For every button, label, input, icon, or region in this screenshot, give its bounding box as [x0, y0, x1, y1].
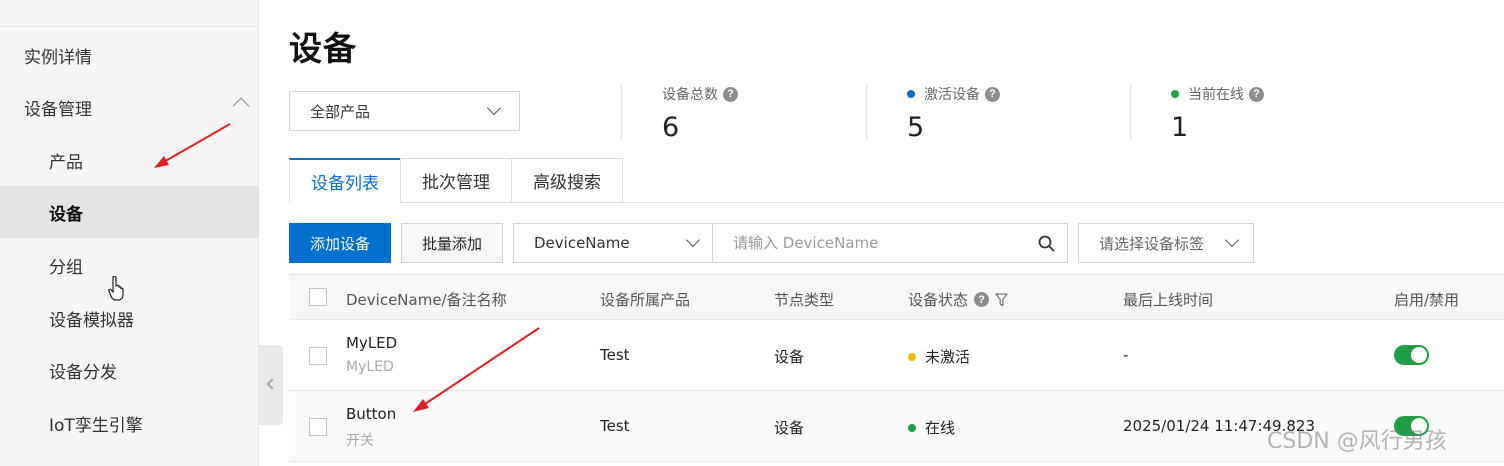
row-checkbox[interactable]	[309, 347, 327, 365]
sidebar-item-device-simulator[interactable]: 设备模拟器	[0, 292, 259, 344]
stat-label: 激活设备	[924, 87, 980, 103]
column-header-device-status: 设备状态 ?	[908, 289, 1008, 310]
stat-label: 当前在线	[1188, 87, 1244, 103]
stat-divider	[866, 84, 867, 140]
device-node-type: 设备	[774, 348, 805, 366]
sidebar-item-device-distribution[interactable]: 设备分发	[0, 344, 259, 396]
status-dot-icon	[907, 90, 915, 98]
page-title: 设备	[289, 29, 357, 68]
help-icon[interactable]: ?	[985, 86, 1000, 102]
status-dot-icon	[1171, 90, 1179, 98]
stat-value: 6	[662, 112, 680, 143]
sidebar-item-iot-twin-engine[interactable]: IoT孪生引擎	[0, 397, 259, 449]
device-tag-placeholder: 请选择设备标签	[1099, 234, 1205, 253]
stat-label: 设备总数	[662, 87, 718, 103]
filter-icon[interactable]	[995, 292, 1008, 307]
status-dot-icon	[908, 423, 916, 432]
device-note: MyLED	[346, 359, 394, 375]
table-row: MyLED MyLED Test 设备 未激活 -	[289, 320, 1504, 391]
stat-online-devices: 当前在线 ? 1	[1171, 84, 1264, 143]
sidebar-collapse-button[interactable]	[259, 345, 283, 425]
sidebar-item-devices[interactable]: 设备	[0, 186, 259, 238]
toggle-knob	[1411, 347, 1427, 363]
hand-cursor-icon	[108, 276, 124, 301]
stat-divider	[1130, 84, 1131, 140]
chevron-down-icon	[685, 232, 701, 248]
add-device-button[interactable]: 添加设备	[289, 223, 391, 263]
status-dot-icon	[908, 352, 916, 361]
search-input[interactable]	[713, 224, 1013, 262]
tab-label: 批次管理	[422, 173, 490, 193]
sidebar-item-label: 设备管理	[24, 99, 92, 120]
batch-add-button[interactable]: 批量添加	[401, 223, 503, 263]
sidebar-item-label: 分组	[49, 257, 83, 278]
product-filter-value: 全部产品	[310, 102, 371, 121]
search-field-select[interactable]: DeviceName	[513, 223, 713, 263]
sidebar-item-label: 实例详情	[24, 47, 92, 68]
device-note: 开关	[346, 433, 374, 449]
chevron-left-icon	[266, 378, 278, 390]
chevron-down-icon	[1224, 232, 1240, 248]
tab-device-list[interactable]: 设备列表	[289, 158, 401, 203]
column-header-device-name: DeviceName/备注名称	[346, 291, 507, 309]
sidebar-item-label: IoT孪生引擎	[49, 415, 143, 436]
status-text: 在线	[925, 419, 956, 437]
sidebar-item-label: 产品	[49, 152, 83, 173]
enable-toggle[interactable]	[1394, 345, 1429, 365]
search-icon[interactable]	[1038, 235, 1055, 252]
sidebar-item-label: 设备模拟器	[49, 310, 134, 331]
column-header-enable-disable: 启用/禁用	[1394, 291, 1460, 309]
sidebar-divider	[0, 26, 259, 27]
device-product: Test	[600, 417, 630, 435]
tab-label: 高级搜索	[533, 173, 601, 193]
device-last-online: -	[1123, 346, 1129, 364]
stat-activated-devices: 激活设备 ? 5	[907, 84, 1000, 143]
tab-advanced-search[interactable]: 高级搜索	[511, 158, 623, 203]
tab-label: 设备列表	[311, 173, 379, 194]
device-name-link[interactable]: MyLED	[346, 334, 397, 352]
sidebar-item-instance-details[interactable]: 实例详情	[0, 29, 259, 81]
chevron-down-icon	[486, 100, 502, 116]
help-icon[interactable]: ?	[1249, 86, 1264, 102]
product-filter-select[interactable]: 全部产品	[289, 91, 520, 131]
stat-divider	[621, 84, 622, 140]
sidebar: 实例详情 设备管理 产品 设备 分组 设备模拟器 设备分发 IoT孪生引擎	[0, 0, 259, 466]
device-status: 未激活	[908, 346, 970, 367]
device-product: Test	[600, 346, 630, 364]
stat-total-devices: 设备总数 ? 6	[662, 84, 738, 143]
search-box	[712, 223, 1068, 263]
column-header-product: 设备所属产品	[600, 291, 691, 309]
select-all-checkbox[interactable]	[309, 288, 327, 306]
device-name-link[interactable]: Button	[346, 405, 396, 423]
stat-value: 1	[1171, 112, 1189, 143]
sidebar-item-label: 设备	[49, 204, 83, 225]
chevron-up-icon[interactable]	[232, 97, 250, 115]
status-text: 未激活	[925, 348, 971, 366]
help-icon[interactable]: ?	[974, 292, 990, 307]
column-header-node-type: 节点类型	[774, 291, 835, 309]
stat-value: 5	[907, 112, 925, 143]
sidebar-item-label: 设备分发	[49, 362, 117, 383]
sidebar-item-groups[interactable]: 分组	[0, 239, 259, 291]
watermark: CSDN @风行男孩	[1267, 429, 1447, 454]
search-field-value: DeviceName	[534, 234, 630, 252]
device-status: 在线	[908, 417, 955, 438]
table-header: DeviceName/备注名称 设备所属产品 节点类型 设备状态 ? 最后上线时…	[289, 274, 1504, 320]
column-header-last-online: 最后上线时间	[1123, 291, 1214, 309]
column-header-label: 设备状态	[908, 291, 969, 309]
row-checkbox[interactable]	[309, 418, 327, 436]
device-node-type: 设备	[774, 419, 805, 437]
tab-batch-management[interactable]: 批次管理	[400, 158, 512, 203]
device-tag-select[interactable]: 请选择设备标签	[1078, 223, 1254, 263]
sidebar-group-device-management[interactable]: 设备管理	[0, 81, 259, 133]
sidebar-item-products[interactable]: 产品	[0, 134, 259, 186]
help-icon[interactable]: ?	[723, 86, 738, 102]
